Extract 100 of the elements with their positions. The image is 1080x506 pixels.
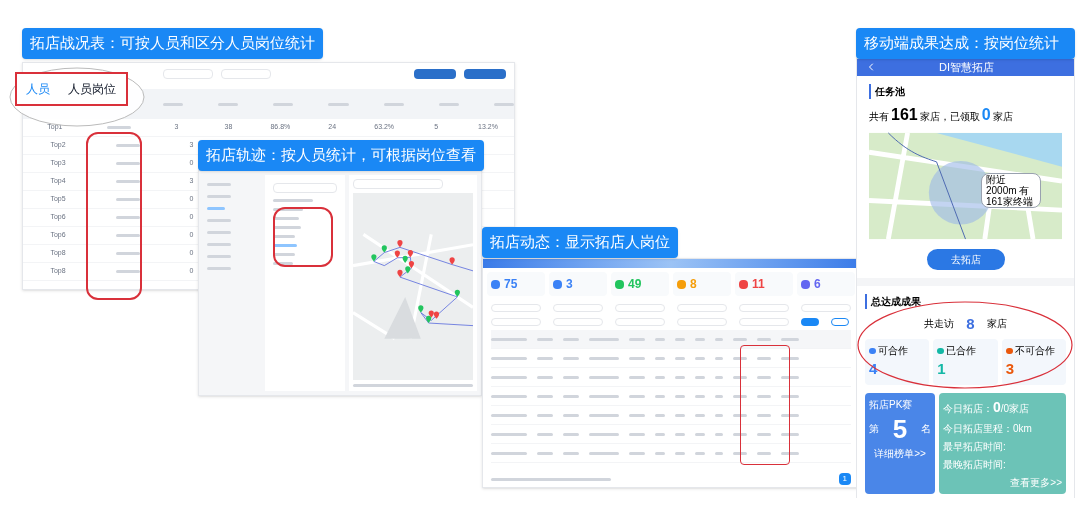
blurred-text-line [695, 432, 705, 436]
blurred-text-line [629, 432, 645, 436]
date-range-field[interactable] [353, 179, 443, 189]
blurred-text-line [715, 413, 723, 417]
blurred-text-line [273, 199, 313, 202]
blurred-text-line [589, 356, 619, 360]
blurred-text-line [207, 195, 231, 198]
blurred-text-line [629, 413, 645, 417]
blurred-text-line [715, 394, 723, 398]
visited-label: 共走访 [924, 317, 955, 332]
ranking-link[interactable]: 详细榜单>> [869, 445, 931, 461]
blurred-text-line [116, 252, 140, 255]
today-stat: 最晚拓店时间: [943, 457, 1007, 472]
blurred-text-line [537, 451, 553, 455]
blurred-text-line [207, 243, 231, 246]
blurred-text-line [675, 375, 685, 379]
blurred-text-line [563, 451, 579, 455]
blurred-text-line [733, 375, 747, 379]
blurred-text-line [629, 394, 645, 398]
blurred-text-line [438, 102, 459, 106]
blurred-text-line [695, 394, 705, 398]
count-label: 家店 [992, 109, 1013, 124]
blurred-text-line [733, 337, 747, 341]
today-count: 0 [993, 397, 1001, 417]
section-title: 任务池 [869, 83, 1062, 99]
blurred-text-line [715, 337, 723, 341]
blurred-text-line [537, 375, 553, 379]
blurred-text-line [273, 253, 295, 256]
blurred-text-line [563, 432, 579, 436]
blurred-text-line [675, 337, 685, 341]
filter-field[interactable] [163, 69, 213, 79]
blurred-text-line [757, 451, 771, 455]
map-bubble: 附近2000m 有161家终端 [981, 172, 1041, 208]
blurred-text-line [273, 244, 297, 247]
blurred-text-line [629, 451, 645, 455]
blurred-text-line [655, 394, 665, 398]
visited-label: 家店 [986, 317, 1007, 332]
tab[interactable]: 人员岗位 [59, 80, 125, 98]
result-value: 3 [1005, 359, 1015, 379]
blurred-text-line [733, 413, 747, 417]
blurred-text-line [491, 451, 527, 455]
blurred-text-line [695, 413, 705, 417]
blurred-text-line [781, 356, 799, 360]
blurred-text-line [715, 451, 723, 455]
blurred-text-line [675, 413, 685, 417]
blurred-text-line [589, 451, 619, 455]
blurred-text-line [491, 432, 527, 436]
blurred-text-line [781, 375, 799, 379]
stat-value: 75 [504, 276, 518, 293]
blurred-text-line [655, 413, 665, 417]
stat-value: 8 [690, 276, 697, 293]
search-button[interactable] [801, 318, 819, 326]
go-button[interactable]: 去拓店 [926, 248, 1005, 270]
blurred-text-line [695, 356, 705, 360]
blurred-text-line [207, 219, 231, 222]
blurred-text-line [207, 255, 231, 258]
blurred-text-line [491, 413, 527, 417]
blurred-text-line [537, 413, 553, 417]
blurred-text-line [629, 337, 645, 341]
search-field[interactable] [273, 183, 337, 193]
blurred-text-line [493, 102, 514, 106]
blurred-text-line [757, 375, 771, 379]
stat-value: 6 [814, 276, 821, 293]
blurred-text-line [757, 356, 771, 360]
rank-value: 5 [892, 415, 908, 442]
blurred-text-line [537, 394, 553, 398]
blurred-text-line [655, 451, 665, 455]
blurred-text-line [715, 356, 723, 360]
blurred-text-line [491, 375, 527, 379]
page-button[interactable]: 1 [838, 473, 851, 485]
filter-field[interactable] [221, 69, 271, 79]
blurred-text-line [781, 394, 799, 398]
blurred-text-line [733, 394, 747, 398]
blurred-text-line [695, 451, 705, 455]
blurred-text-line [589, 337, 619, 341]
blurred-text-line [383, 102, 404, 106]
blurred-text-line [715, 432, 723, 436]
today-stat: 今日拓店里程：0km [943, 421, 1033, 436]
tab[interactable]: 人员 [17, 80, 59, 98]
visited-count: 8 [966, 313, 975, 334]
blurred-text-line [163, 102, 184, 106]
export-button[interactable] [464, 69, 506, 79]
blurred-text-line [781, 451, 799, 455]
export-button[interactable] [414, 69, 456, 79]
blurred-text-line [757, 337, 771, 341]
rank-prefix: 第 [869, 422, 879, 436]
more-link[interactable]: 查看更多>> [1010, 474, 1062, 490]
blurred-text-line [273, 102, 294, 106]
blurred-text-line [207, 231, 231, 234]
blurred-text-line [781, 413, 799, 417]
blurred-text-line [655, 375, 665, 379]
blurred-text-line [273, 217, 299, 220]
stat-value: 3 [566, 276, 573, 293]
section-title: 总达成成果 [865, 293, 1066, 309]
blurred-text-line [757, 413, 771, 417]
blurred-text-line [563, 356, 579, 360]
caption-banner: 拓店轨迹：按人员统计，可根据岗位查看 [198, 140, 484, 171]
blurred-text-line [733, 356, 747, 360]
rank-suffix: 名 [921, 422, 931, 436]
blurred-text-line [757, 432, 771, 436]
